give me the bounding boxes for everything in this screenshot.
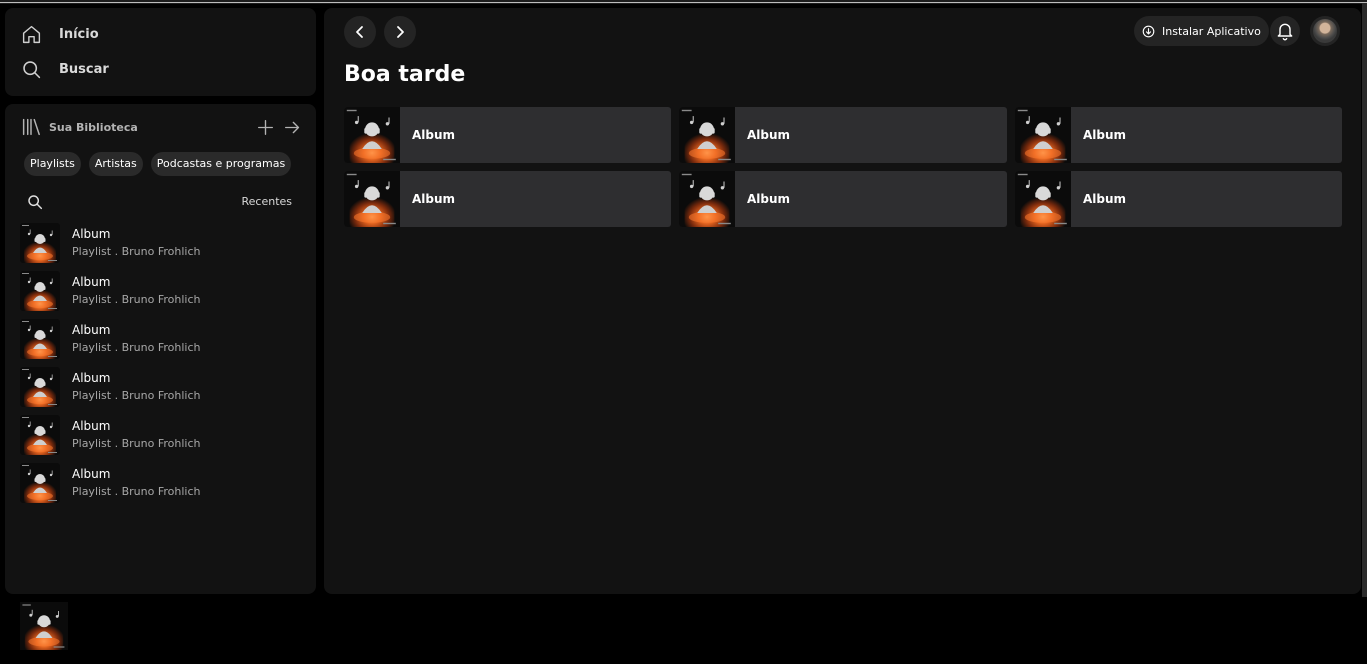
- list-item-title: Album: [72, 323, 111, 337]
- avatar: [1313, 19, 1337, 43]
- album-card-title: Album: [747, 192, 791, 206]
- album-cover: [344, 107, 400, 163]
- back-button[interactable]: [344, 16, 376, 48]
- list-item-subtitle: Playlist . Bruno Frohlich: [72, 293, 201, 306]
- album-card-title: Album: [412, 128, 456, 142]
- download-circle-icon: [1142, 25, 1155, 37]
- list-item-subtitle: Playlist . Bruno Frohlich: [72, 485, 201, 498]
- list-item-subtitle: Playlist . Bruno Frohlich: [72, 389, 201, 402]
- install-app-button[interactable]: Instalar Aplicativo: [1134, 16, 1269, 46]
- list-item[interactable]: Album Playlist . Bruno Frohlich: [20, 315, 310, 363]
- forward-button[interactable]: [384, 16, 416, 48]
- home-icon: [22, 25, 41, 43]
- list-item[interactable]: Album Playlist . Bruno Frohlich: [20, 219, 310, 267]
- notifications-button[interactable]: [1270, 16, 1300, 46]
- shortcut-grid: Album Album Album Album Album Album: [344, 107, 1342, 227]
- now-playing-cover[interactable]: [20, 602, 68, 650]
- list-item[interactable]: Album Playlist . Bruno Frohlich: [20, 459, 310, 507]
- sidebar-nav: Início Buscar: [5, 8, 316, 96]
- list-item[interactable]: Album Playlist . Bruno Frohlich: [20, 411, 310, 459]
- album-card[interactable]: Album: [1015, 107, 1342, 163]
- sidebar-item-inicio[interactable]: Início: [21, 20, 99, 48]
- list-item-subtitle: Playlist . Bruno Frohlich: [72, 341, 201, 354]
- chevron-right-icon: [397, 26, 404, 38]
- library-search-icon[interactable]: [27, 194, 43, 210]
- album-cover: [20, 319, 60, 359]
- library-header: Sua Biblioteca: [21, 116, 301, 138]
- arrow-right-icon[interactable]: [284, 119, 301, 136]
- sidebar-item-label: Início: [59, 26, 99, 42]
- main-content: Instalar Aplicativo Boa tarde Album Albu…: [324, 8, 1361, 594]
- album-cover: [679, 171, 735, 227]
- album-cover: [20, 415, 60, 455]
- album-cover: [344, 171, 400, 227]
- sidebar-item-buscar[interactable]: Buscar: [21, 55, 109, 83]
- library-list: Album Playlist . Bruno Frohlich Album Pl…: [20, 219, 310, 507]
- album-card[interactable]: Album: [679, 107, 1007, 163]
- album-cover: [20, 367, 60, 407]
- list-item-subtitle: Playlist . Bruno Frohlich: [72, 437, 201, 450]
- list-item-title: Album: [72, 227, 111, 241]
- library-panel: Sua Biblioteca Playlists Artistas Podcas…: [5, 104, 316, 594]
- album-card[interactable]: Album: [679, 171, 1007, 227]
- album-cover: [20, 271, 60, 311]
- album-card-title: Album: [1083, 192, 1127, 206]
- list-item-title: Album: [72, 467, 111, 481]
- album-cover: [1015, 107, 1071, 163]
- album-card-title: Album: [1083, 128, 1127, 142]
- list-item-subtitle: Playlist . Bruno Frohlich: [72, 245, 201, 258]
- list-item-title: Album: [72, 275, 111, 289]
- bell-icon: [1277, 23, 1293, 41]
- list-item[interactable]: Album Playlist . Bruno Frohlich: [20, 267, 310, 315]
- list-item-title: Album: [72, 371, 111, 385]
- library-title[interactable]: Sua Biblioteca: [49, 121, 138, 134]
- album-card-title: Album: [412, 192, 456, 206]
- scrollbar-track[interactable]: [1362, 3, 1367, 597]
- install-app-label: Instalar Aplicativo: [1162, 24, 1261, 38]
- album-card-title: Album: [747, 128, 791, 142]
- chip-playlists[interactable]: Playlists: [24, 152, 81, 176]
- list-item[interactable]: Album Playlist . Bruno Frohlich: [20, 363, 310, 411]
- plus-icon[interactable]: [257, 119, 274, 136]
- library-actions: [257, 119, 301, 136]
- chevron-left-icon: [356, 26, 363, 38]
- album-card[interactable]: Album: [1015, 171, 1342, 227]
- list-item-title: Album: [72, 419, 111, 433]
- chip-podcasts[interactable]: Podcastas e programas: [150, 152, 292, 176]
- search-icon: [23, 60, 41, 78]
- album-cover: [679, 107, 735, 163]
- album-cover: [20, 223, 60, 263]
- window-top-line: [0, 2, 1367, 3]
- library-icon[interactable]: [21, 118, 41, 136]
- page-title: Boa tarde: [344, 62, 466, 87]
- album-card[interactable]: Album: [344, 171, 671, 227]
- sidebar-item-label: Buscar: [59, 61, 109, 77]
- album-card[interactable]: Album: [344, 107, 671, 163]
- album-cover: [20, 463, 60, 503]
- album-cover: [1015, 171, 1071, 227]
- library-filter-chips: Playlists Artistas Podcastas e programas: [24, 152, 292, 176]
- chip-artistas[interactable]: Artistas: [88, 152, 143, 176]
- profile-button[interactable]: [1310, 16, 1340, 46]
- sort-recentes-button[interactable]: Recentes: [241, 195, 292, 208]
